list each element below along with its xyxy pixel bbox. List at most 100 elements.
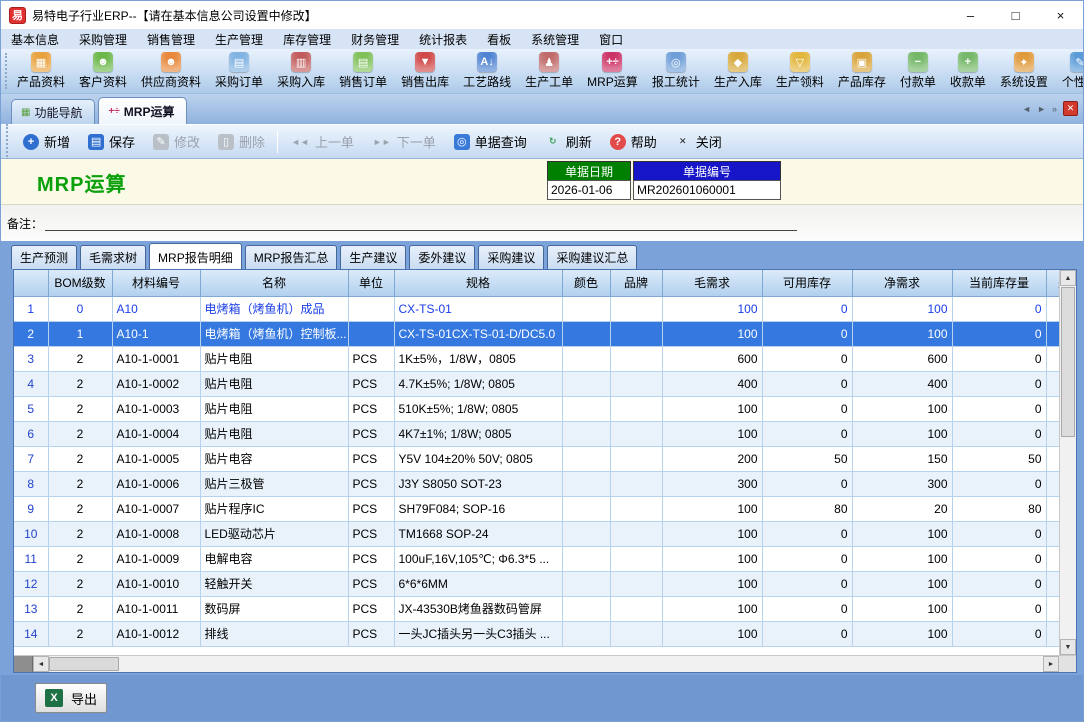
scroll-left-button[interactable]: ◄ [1022, 104, 1031, 114]
table-row[interactable]: 72A10-1-0005贴片电容PCSY5V 104±20% 50V; 0805… [14, 446, 1059, 471]
scroll-up-button[interactable]: ▲ [1060, 270, 1076, 286]
menu-item-2[interactable]: 采购管理 [69, 29, 137, 49]
close-tab-button[interactable]: ✕ [1063, 101, 1078, 116]
column-header[interactable]: 可用库存 [762, 270, 852, 296]
table-row[interactable]: 112A10-1-0009电解电容PCS100uF,16V,105℃; Φ6.3… [14, 546, 1059, 571]
column-header[interactable]: 单位 [348, 270, 394, 296]
action-help-button[interactable]: ?帮助 [601, 132, 666, 151]
toolbar-product-info[interactable]: ▦产品资料 [10, 51, 72, 91]
menu-item-9[interactable]: 系统管理 [521, 29, 589, 49]
horizontal-scroll-track[interactable] [119, 656, 1043, 672]
tab-list-button[interactable]: » [1052, 104, 1057, 114]
table-row[interactable]: 82A10-1-0006贴片三极管PCSJ3Y S8050 SOT-233000… [14, 471, 1059, 496]
scroll-right-button[interactable]: ► [1037, 104, 1046, 114]
close-button[interactable]: × [1038, 1, 1083, 29]
toolbar-purchase-inbound[interactable]: ▥采购入库 [270, 51, 332, 91]
horizontal-scroll-thumb[interactable] [49, 657, 119, 671]
table-row[interactable]: 62A10-1-0004贴片电阻PCS4K7±1%; 1/8W; 0805100… [14, 421, 1059, 446]
minimize-button[interactable]: – [948, 1, 993, 29]
vertical-scroll-track[interactable] [1060, 438, 1076, 639]
toolbar-production-inbound[interactable]: ◆生产入库 [707, 51, 769, 91]
column-header[interactable]: 采购在 [1046, 270, 1059, 296]
horizontal-scrollbar[interactable]: ◄ ► [14, 655, 1076, 672]
scroll-down-button[interactable]: ▼ [1060, 639, 1076, 655]
table-row[interactable]: 32A10-1-0001贴片电阻PCS1K±5%，1/8W，0805600060… [14, 346, 1059, 371]
menu-item-3[interactable]: 销售管理 [137, 29, 205, 49]
subtab-2[interactable]: 毛需求树 [80, 245, 146, 269]
export-button[interactable]: X 导出 [35, 683, 107, 713]
toolbar-product-stock[interactable]: ▣产品库存 [831, 51, 893, 91]
toolbar-work-order[interactable]: ♟生产工单 [518, 51, 580, 91]
toolbar-purchase-order[interactable]: ▤采购订单 [208, 51, 270, 91]
cell: 排线 [200, 621, 348, 646]
toolbar-mrp-calc[interactable]: +÷MRP运算 [580, 51, 645, 91]
toolbar-work-report-stats[interactable]: ◎报工统计 [645, 51, 707, 91]
column-header[interactable]: 品牌 [610, 270, 662, 296]
tab-function-nav[interactable]: ▦功能导航 [11, 99, 95, 124]
column-header[interactable]: 规格 [394, 270, 562, 296]
doc-date-input[interactable] [547, 180, 631, 200]
column-header[interactable]: 毛需求 [662, 270, 762, 296]
toolbar-supplier-info[interactable]: ☻供应商资料 [134, 51, 208, 91]
vertical-scrollbar[interactable]: ▲ ▼ [1059, 270, 1076, 655]
toolbar-payment-bill[interactable]: −付款单 [893, 51, 943, 91]
doc-number-input[interactable] [633, 180, 781, 200]
column-header[interactable]: 当前库存量 [952, 270, 1046, 296]
column-header[interactable]: 名称 [200, 270, 348, 296]
subtab-8[interactable]: 采购建议汇总 [547, 245, 637, 269]
table-row[interactable]: 142A10-1-0012排线PCS一头JC插头另一头C3插头 ...10001… [14, 621, 1059, 646]
table-row[interactable]: 122A10-1-0010轻触开关PCS6*6*6MM10001000 [14, 571, 1059, 596]
column-header[interactable] [14, 270, 48, 296]
action-add-button[interactable]: +新增 [14, 132, 79, 151]
toolbar-process-route[interactable]: A↓工艺路线 [456, 51, 518, 91]
scroll-left-button[interactable]: ◄ [33, 656, 49, 672]
toolbar-sales-order[interactable]: ▤销售订单 [332, 51, 394, 91]
toolbar-label: MRP运算 [587, 73, 638, 90]
column-header[interactable]: 净需求 [852, 270, 952, 296]
cell: PCS [348, 546, 394, 571]
cell: 100 [662, 521, 762, 546]
table-row[interactable]: 42A10-1-0002贴片电阻PCS4.7K±5%; 1/8W; 080540… [14, 371, 1059, 396]
toolbar-production-picking[interactable]: ▽生产领料 [769, 51, 831, 91]
subtab-7[interactable]: 采购建议 [478, 245, 544, 269]
toolbar-personalize[interactable]: ✎个性化 [1055, 51, 1083, 91]
toolbar-system-settings[interactable]: ✦系统设置 [993, 51, 1055, 91]
action-save-button[interactable]: ▤保存 [79, 132, 144, 151]
action-close-button[interactable]: ✕关闭 [666, 132, 731, 151]
toolbar-sales-outbound[interactable]: ▼销售出库 [394, 51, 456, 91]
action-refresh-button[interactable]: ↻刷新 [536, 132, 601, 151]
customer-info-icon: ☻ [93, 52, 113, 72]
column-header[interactable]: 材料编号 [112, 270, 200, 296]
table-row[interactable]: 92A10-1-0007贴片程序ICPCSSH79F084; SOP-16100… [14, 496, 1059, 521]
cell: 600 [852, 346, 952, 371]
menu-item-4[interactable]: 生产管理 [205, 29, 273, 49]
menu-item-5[interactable]: 库存管理 [273, 29, 341, 49]
grid-outer: BOM级数材料编号名称单位规格颜色品牌毛需求可用库存净需求当前库存量采购在10A… [1, 269, 1083, 675]
menu-item-6[interactable]: 财务管理 [341, 29, 409, 49]
table-row[interactable]: 21A10-1电烤箱（烤鱼机）控制板...CX-TS-01CX-TS-01-D/… [14, 321, 1059, 346]
menu-item-10[interactable]: 窗口 [589, 29, 633, 49]
action-doc-query-button[interactable]: ◎单据查询 [445, 132, 536, 151]
maximize-button[interactable]: □ [993, 1, 1038, 29]
subtab-3[interactable]: MRP报告明细 [149, 243, 242, 269]
column-header[interactable]: BOM级数 [48, 270, 112, 296]
subtab-1[interactable]: 生产预测 [11, 245, 77, 269]
tab-mrp-calc[interactable]: +÷MRP运算 [98, 97, 187, 124]
table-row[interactable]: 102A10-1-0008LED驱动芯片PCSTM1668 SOP-241000… [14, 521, 1059, 546]
scroll-right-button[interactable]: ► [1043, 656, 1059, 672]
toolbar-receipt-bill[interactable]: +收款单 [943, 51, 993, 91]
column-header[interactable]: 颜色 [562, 270, 610, 296]
menu-item-7[interactable]: 统计报表 [409, 29, 477, 49]
table-row[interactable]: 10A10电烤箱（烤鱼机）成品CX-TS-0110001000 [14, 296, 1059, 321]
menu-item-1[interactable]: 基本信息 [1, 29, 69, 49]
subtab-4[interactable]: MRP报告汇总 [245, 245, 338, 269]
subtab-5[interactable]: 生产建议 [340, 245, 406, 269]
table-row[interactable]: 132A10-1-0011数码屏PCSJX-43530B烤鱼器数码管屏10001… [14, 596, 1059, 621]
table-row[interactable]: 52A10-1-0003贴片电阻PCS510K±5%; 1/8W; 080510… [14, 396, 1059, 421]
subtab-6[interactable]: 委外建议 [409, 245, 475, 269]
cell [1046, 471, 1059, 496]
vertical-scroll-thumb[interactable] [1061, 287, 1075, 437]
remark-input[interactable] [45, 216, 797, 231]
toolbar-customer-info[interactable]: ☻客户资料 [72, 51, 134, 91]
menu-item-8[interactable]: 看板 [477, 29, 521, 49]
